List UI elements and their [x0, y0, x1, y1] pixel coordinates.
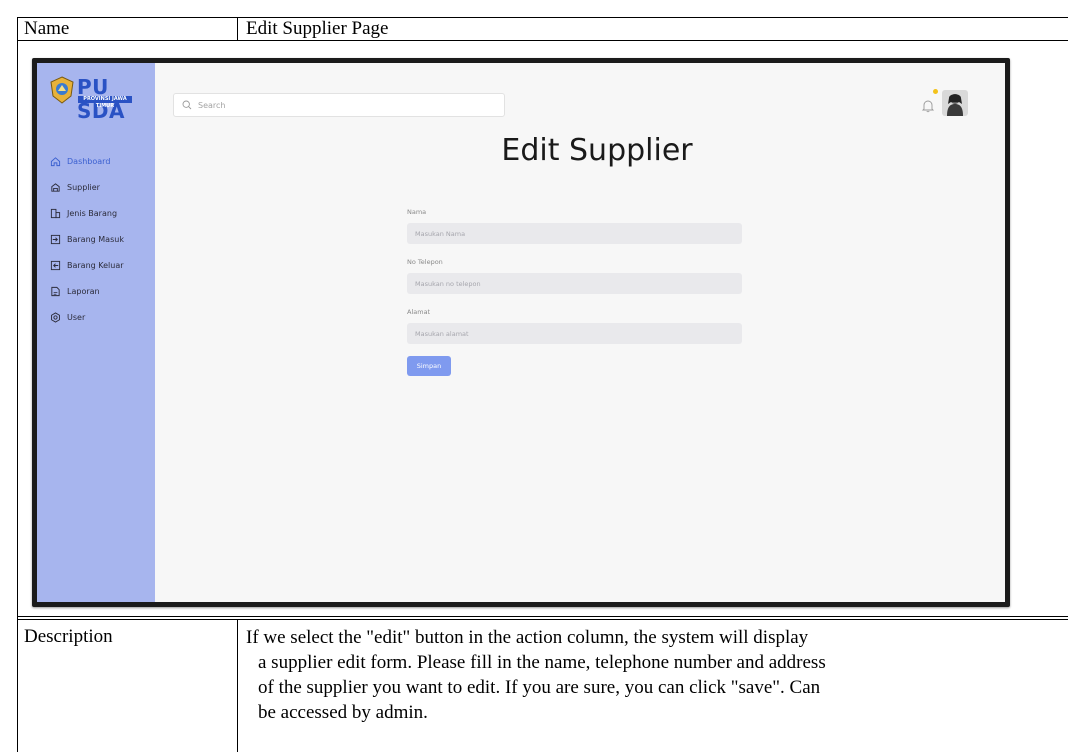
description-label: Description	[24, 626, 113, 647]
field-label-alamat: Alamat	[407, 308, 431, 316]
table-border-row2	[17, 616, 1068, 617]
table-border-left	[17, 17, 18, 752]
user-gear-icon	[49, 311, 61, 323]
sidebar: PU SDA PROVINSI JAWA TIMUR Dashboard Sup…	[37, 63, 155, 602]
alamat-field[interactable]: Masukan alamat	[407, 323, 742, 344]
table-divider-row1	[237, 17, 238, 41]
logo-subtitle: PROVINSI JAWA TIMUR	[83, 96, 127, 109]
field-label-telepon: No Telepon	[407, 258, 443, 266]
description-line: of the supplier you want to edit. If you…	[258, 677, 821, 698]
table-border-row2b	[17, 619, 1068, 620]
supplier-form: Nama Masukan Nama No Telepon Masukan no …	[407, 206, 742, 376]
logo: PU SDA PROVINSI JAWA TIMUR	[49, 75, 149, 123]
field-label-nama: Nama	[407, 208, 427, 216]
notification-dot	[933, 89, 938, 94]
sidebar-item-jenis-barang[interactable]: Jenis Barang	[49, 200, 124, 226]
sidebar-item-supplier[interactable]: Supplier	[49, 174, 124, 200]
name-label: Name	[24, 18, 70, 39]
app-screenshot: PU SDA PROVINSI JAWA TIMUR Dashboard Sup…	[32, 58, 1010, 607]
table-border-row1	[17, 40, 1068, 41]
report-icon	[49, 285, 61, 297]
sidebar-item-label: User	[67, 312, 86, 322]
search-icon	[182, 100, 192, 110]
avatar[interactable]	[942, 90, 968, 116]
sidebar-nav: Dashboard Supplier Jenis Barang Barang M…	[49, 148, 124, 330]
description-text: If we select the "edit" button in the ac…	[246, 625, 1061, 725]
nama-field[interactable]: Masukan Nama	[407, 223, 742, 244]
logo-subtitle-band: PROVINSI JAWA TIMUR	[78, 96, 132, 109]
page-title: Edit Supplier	[501, 133, 693, 168]
sidebar-item-laporan[interactable]: Laporan	[49, 278, 124, 304]
sidebar-item-label: Dashboard	[67, 156, 111, 166]
bell-icon[interactable]	[920, 98, 936, 114]
sidebar-item-label: Barang Masuk	[67, 234, 124, 244]
sidebar-item-label: Barang Keluar	[67, 260, 124, 270]
table-divider-row3	[237, 619, 238, 752]
app-screen: PU SDA PROVINSI JAWA TIMUR Dashboard Sup…	[37, 63, 1005, 602]
sidebar-item-label: Jenis Barang	[67, 208, 118, 218]
supplier-icon	[49, 181, 61, 193]
save-button[interactable]: Simpan	[407, 356, 451, 376]
sidebar-item-barang-masuk[interactable]: Barang Masuk	[49, 226, 124, 252]
search-placeholder: Search	[198, 100, 226, 110]
description-line: If we select the "edit" button in the ac…	[246, 627, 809, 648]
telepon-field[interactable]: Masukan no telepon	[407, 273, 742, 294]
table-border-top	[17, 17, 1068, 18]
sidebar-item-label: Supplier	[67, 182, 100, 192]
nama-placeholder: Masukan Nama	[415, 229, 466, 238]
name-value: Edit Supplier Page	[246, 18, 389, 39]
description-line: a supplier edit form. Please fill in the…	[258, 652, 826, 673]
description-line: be accessed by admin.	[258, 702, 428, 723]
alamat-placeholder: Masukan alamat	[415, 329, 469, 338]
search-input[interactable]: Search	[173, 93, 505, 117]
sidebar-item-dashboard[interactable]: Dashboard	[49, 148, 124, 174]
home-icon	[49, 155, 61, 167]
telepon-placeholder: Masukan no telepon	[415, 279, 481, 288]
outgoing-icon	[49, 259, 61, 271]
sidebar-item-user[interactable]: User	[49, 304, 124, 330]
sidebar-item-label: Laporan	[67, 286, 100, 296]
category-icon	[49, 207, 61, 219]
sidebar-item-barang-keluar[interactable]: Barang Keluar	[49, 252, 124, 278]
incoming-icon	[49, 233, 61, 245]
emblem-icon	[50, 76, 74, 104]
